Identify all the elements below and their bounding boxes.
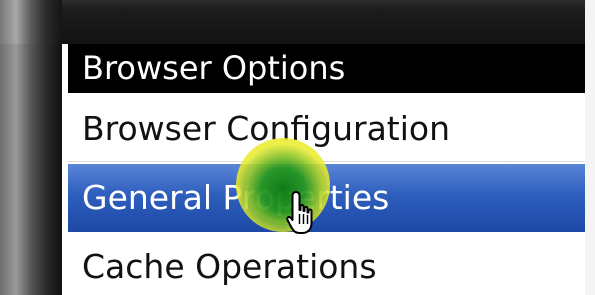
device-bezel-corner (0, 0, 62, 44)
device-screen: Browser Options Browser Configuration Ge… (0, 0, 595, 295)
menu-item-cache-operations[interactable]: Cache Operations (68, 234, 585, 295)
menu-item-browser-configuration[interactable]: Browser Configuration (68, 96, 585, 162)
screen-edge-right (585, 0, 595, 295)
menu-title: Browser Options (68, 44, 585, 93)
menu-item-general-properties[interactable]: General Properties (68, 164, 585, 232)
device-bezel-left (0, 0, 62, 295)
browser-options-menu: Browser Options Browser Configuration Ge… (68, 44, 585, 295)
device-bezel-top (0, 0, 595, 44)
